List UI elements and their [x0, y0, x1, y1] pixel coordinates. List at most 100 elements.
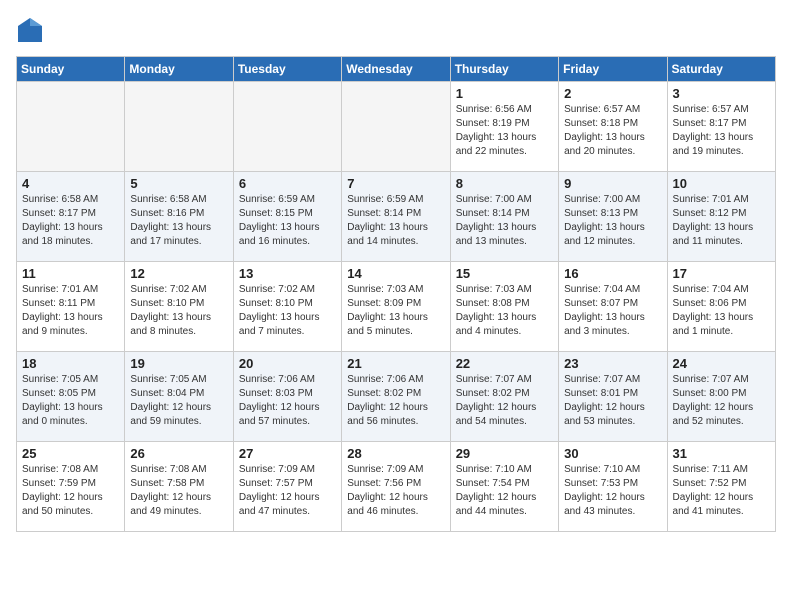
- cell-info: Sunrise: 7:10 AM Sunset: 7:54 PM Dayligh…: [456, 463, 553, 519]
- calendar-cell: 16Sunrise: 7:04 AM Sunset: 8:07 PM Dayli…: [559, 262, 667, 352]
- logo: [16, 16, 48, 44]
- cell-date: 28: [347, 446, 444, 461]
- calendar-cell: 4 Sunrise: 6:58 AM Sunset: 8:17 PM Daylig…: [17, 172, 125, 262]
- calendar-cell: 14 Sunrise: 7:03 AM Sunset: 8:09 PM Dayli…: [342, 262, 450, 352]
- cell-date: 2: [564, 86, 661, 101]
- calendar-cell: 20Sunrise: 7:06 AM Sunset: 8:03 PM Dayli…: [233, 352, 341, 442]
- cell-date: 20: [239, 356, 336, 371]
- cell-date: 8: [456, 176, 553, 191]
- cell-info: Sunrise: 6:58 AM Sunset: 8:16 PM Dayligh…: [130, 193, 227, 249]
- day-header-thursday: Thursday: [450, 57, 558, 82]
- calendar-cell: 11 Sunrise: 7:01 AM Sunset: 8:11 PM Dayli…: [17, 262, 125, 352]
- cell-date: 6: [239, 176, 336, 191]
- calendar-cell: 28 Sunrise: 7:09 AM Sunset: 7:56 PM Dayli…: [342, 442, 450, 532]
- cell-date: 17: [673, 266, 770, 281]
- calendar-cell: 21 Sunrise: 7:06 AM Sunset: 8:02 PM Dayli…: [342, 352, 450, 442]
- calendar-cell: 7 Sunrise: 6:59 AM Sunset: 8:14 PM Daylig…: [342, 172, 450, 262]
- calendar-cell: 6 Sunrise: 6:59 AM Sunset: 8:15 PM Daylig…: [233, 172, 341, 262]
- day-header-wednesday: Wednesday: [342, 57, 450, 82]
- cell-date: 18: [22, 356, 119, 371]
- cell-date: 12: [130, 266, 227, 281]
- calendar-cell: 1Sunrise: 6:56 AM Sunset: 8:19 PM Daylig…: [450, 82, 558, 172]
- cell-date: 27: [239, 446, 336, 461]
- cell-date: 14: [347, 266, 444, 281]
- cell-date: 4: [22, 176, 119, 191]
- calendar-cell: 31 Sunrise: 7:11 AM Sunset: 7:52 PM Dayli…: [667, 442, 775, 532]
- cell-info: Sunrise: 6:59 AM Sunset: 8:15 PM Dayligh…: [239, 193, 336, 249]
- cell-info: Sunrise: 7:07 AM Sunset: 8:00 PM Dayligh…: [673, 373, 770, 429]
- calendar-cell: 29 Sunrise: 7:10 AM Sunset: 7:54 PM Dayli…: [450, 442, 558, 532]
- cell-info: Sunrise: 7:10 AM Sunset: 7:53 PM Dayligh…: [564, 463, 661, 519]
- cell-info: Sunrise: 7:04 AM Sunset: 8:06 PM Dayligh…: [673, 283, 770, 339]
- cell-date: 7: [347, 176, 444, 191]
- cell-info: Sunrise: 7:06 AM Sunset: 8:02 PM Dayligh…: [347, 373, 444, 429]
- cell-date: 11: [22, 266, 119, 281]
- cell-date: 25: [22, 446, 119, 461]
- calendar-cell: 9Sunrise: 7:00 AM Sunset: 8:13 PM Daylig…: [559, 172, 667, 262]
- cell-info: Sunrise: 7:05 AM Sunset: 8:04 PM Dayligh…: [130, 373, 227, 429]
- cell-info: Sunrise: 7:03 AM Sunset: 8:08 PM Dayligh…: [456, 283, 553, 339]
- cell-date: 29: [456, 446, 553, 461]
- cell-info: Sunrise: 7:08 AM Sunset: 7:59 PM Dayligh…: [22, 463, 119, 519]
- logo-icon: [16, 16, 44, 44]
- day-header-friday: Friday: [559, 57, 667, 82]
- cell-info: Sunrise: 7:09 AM Sunset: 7:56 PM Dayligh…: [347, 463, 444, 519]
- calendar-cell: 2Sunrise: 6:57 AM Sunset: 8:18 PM Daylig…: [559, 82, 667, 172]
- cell-info: Sunrise: 6:59 AM Sunset: 8:14 PM Dayligh…: [347, 193, 444, 249]
- day-header-monday: Monday: [125, 57, 233, 82]
- cell-date: 5: [130, 176, 227, 191]
- cell-info: Sunrise: 7:02 AM Sunset: 8:10 PM Dayligh…: [239, 283, 336, 339]
- calendar-cell: 17 Sunrise: 7:04 AM Sunset: 8:06 PM Dayli…: [667, 262, 775, 352]
- cell-info: Sunrise: 7:02 AM Sunset: 8:10 PM Dayligh…: [130, 283, 227, 339]
- cell-info: Sunrise: 6:58 AM Sunset: 8:17 PM Dayligh…: [22, 193, 119, 249]
- calendar-cell: 3 Sunrise: 6:57 AM Sunset: 8:17 PM Daylig…: [667, 82, 775, 172]
- calendar-cell: 8 Sunrise: 7:00 AM Sunset: 8:14 PM Daylig…: [450, 172, 558, 262]
- calendar-cell: 5 Sunrise: 6:58 AM Sunset: 8:16 PM Daylig…: [125, 172, 233, 262]
- cell-date: 21: [347, 356, 444, 371]
- calendar-week-4: 18 Sunrise: 7:05 AM Sunset: 8:05 PM Dayli…: [17, 352, 776, 442]
- cell-date: 26: [130, 446, 227, 461]
- cell-info: Sunrise: 6:56 AM Sunset: 8:19 PM Dayligh…: [456, 103, 553, 159]
- cell-info: Sunrise: 7:08 AM Sunset: 7:58 PM Dayligh…: [130, 463, 227, 519]
- calendar: SundayMondayTuesdayWednesdayThursdayFrid…: [16, 56, 776, 532]
- calendar-cell: 22 Sunrise: 7:07 AM Sunset: 8:02 PM Dayli…: [450, 352, 558, 442]
- cell-date: 13: [239, 266, 336, 281]
- calendar-cell: 13 Sunrise: 7:02 AM Sunset: 8:10 PM Dayli…: [233, 262, 341, 352]
- calendar-cell: 18 Sunrise: 7:05 AM Sunset: 8:05 PM Dayli…: [17, 352, 125, 442]
- calendar-week-1: 1Sunrise: 6:56 AM Sunset: 8:19 PM Daylig…: [17, 82, 776, 172]
- calendar-header-row: SundayMondayTuesdayWednesdayThursdayFrid…: [17, 57, 776, 82]
- calendar-cell: 19 Sunrise: 7:05 AM Sunset: 8:04 PM Dayli…: [125, 352, 233, 442]
- calendar-cell: [233, 82, 341, 172]
- cell-info: Sunrise: 6:57 AM Sunset: 8:17 PM Dayligh…: [673, 103, 770, 159]
- cell-info: Sunrise: 7:07 AM Sunset: 8:01 PM Dayligh…: [564, 373, 661, 429]
- cell-info: Sunrise: 7:09 AM Sunset: 7:57 PM Dayligh…: [239, 463, 336, 519]
- cell-date: 24: [673, 356, 770, 371]
- calendar-cell: 25 Sunrise: 7:08 AM Sunset: 7:59 PM Dayli…: [17, 442, 125, 532]
- cell-info: Sunrise: 7:00 AM Sunset: 8:14 PM Dayligh…: [456, 193, 553, 249]
- cell-info: Sunrise: 7:01 AM Sunset: 8:12 PM Dayligh…: [673, 193, 770, 249]
- day-header-sunday: Sunday: [17, 57, 125, 82]
- calendar-cell: [342, 82, 450, 172]
- cell-date: 31: [673, 446, 770, 461]
- calendar-cell: 15 Sunrise: 7:03 AM Sunset: 8:08 PM Dayli…: [450, 262, 558, 352]
- cell-date: 23: [564, 356, 661, 371]
- calendar-cell: 30 Sunrise: 7:10 AM Sunset: 7:53 PM Dayli…: [559, 442, 667, 532]
- cell-date: 3: [673, 86, 770, 101]
- cell-info: Sunrise: 7:11 AM Sunset: 7:52 PM Dayligh…: [673, 463, 770, 519]
- calendar-cell: [125, 82, 233, 172]
- day-header-saturday: Saturday: [667, 57, 775, 82]
- calendar-cell: 12 Sunrise: 7:02 AM Sunset: 8:10 PM Dayli…: [125, 262, 233, 352]
- cell-date: 19: [130, 356, 227, 371]
- cell-date: 15: [456, 266, 553, 281]
- calendar-week-3: 11 Sunrise: 7:01 AM Sunset: 8:11 PM Dayli…: [17, 262, 776, 352]
- cell-info: Sunrise: 7:05 AM Sunset: 8:05 PM Dayligh…: [22, 373, 119, 429]
- cell-date: 22: [456, 356, 553, 371]
- cell-info: Sunrise: 7:03 AM Sunset: 8:09 PM Dayligh…: [347, 283, 444, 339]
- calendar-cell: 26 Sunrise: 7:08 AM Sunset: 7:58 PM Dayli…: [125, 442, 233, 532]
- day-header-tuesday: Tuesday: [233, 57, 341, 82]
- calendar-cell: 27 Sunrise: 7:09 AM Sunset: 7:57 PM Dayli…: [233, 442, 341, 532]
- calendar-cell: [17, 82, 125, 172]
- cell-info: Sunrise: 7:07 AM Sunset: 8:02 PM Dayligh…: [456, 373, 553, 429]
- cell-date: 30: [564, 446, 661, 461]
- cell-info: Sunrise: 7:01 AM Sunset: 8:11 PM Dayligh…: [22, 283, 119, 339]
